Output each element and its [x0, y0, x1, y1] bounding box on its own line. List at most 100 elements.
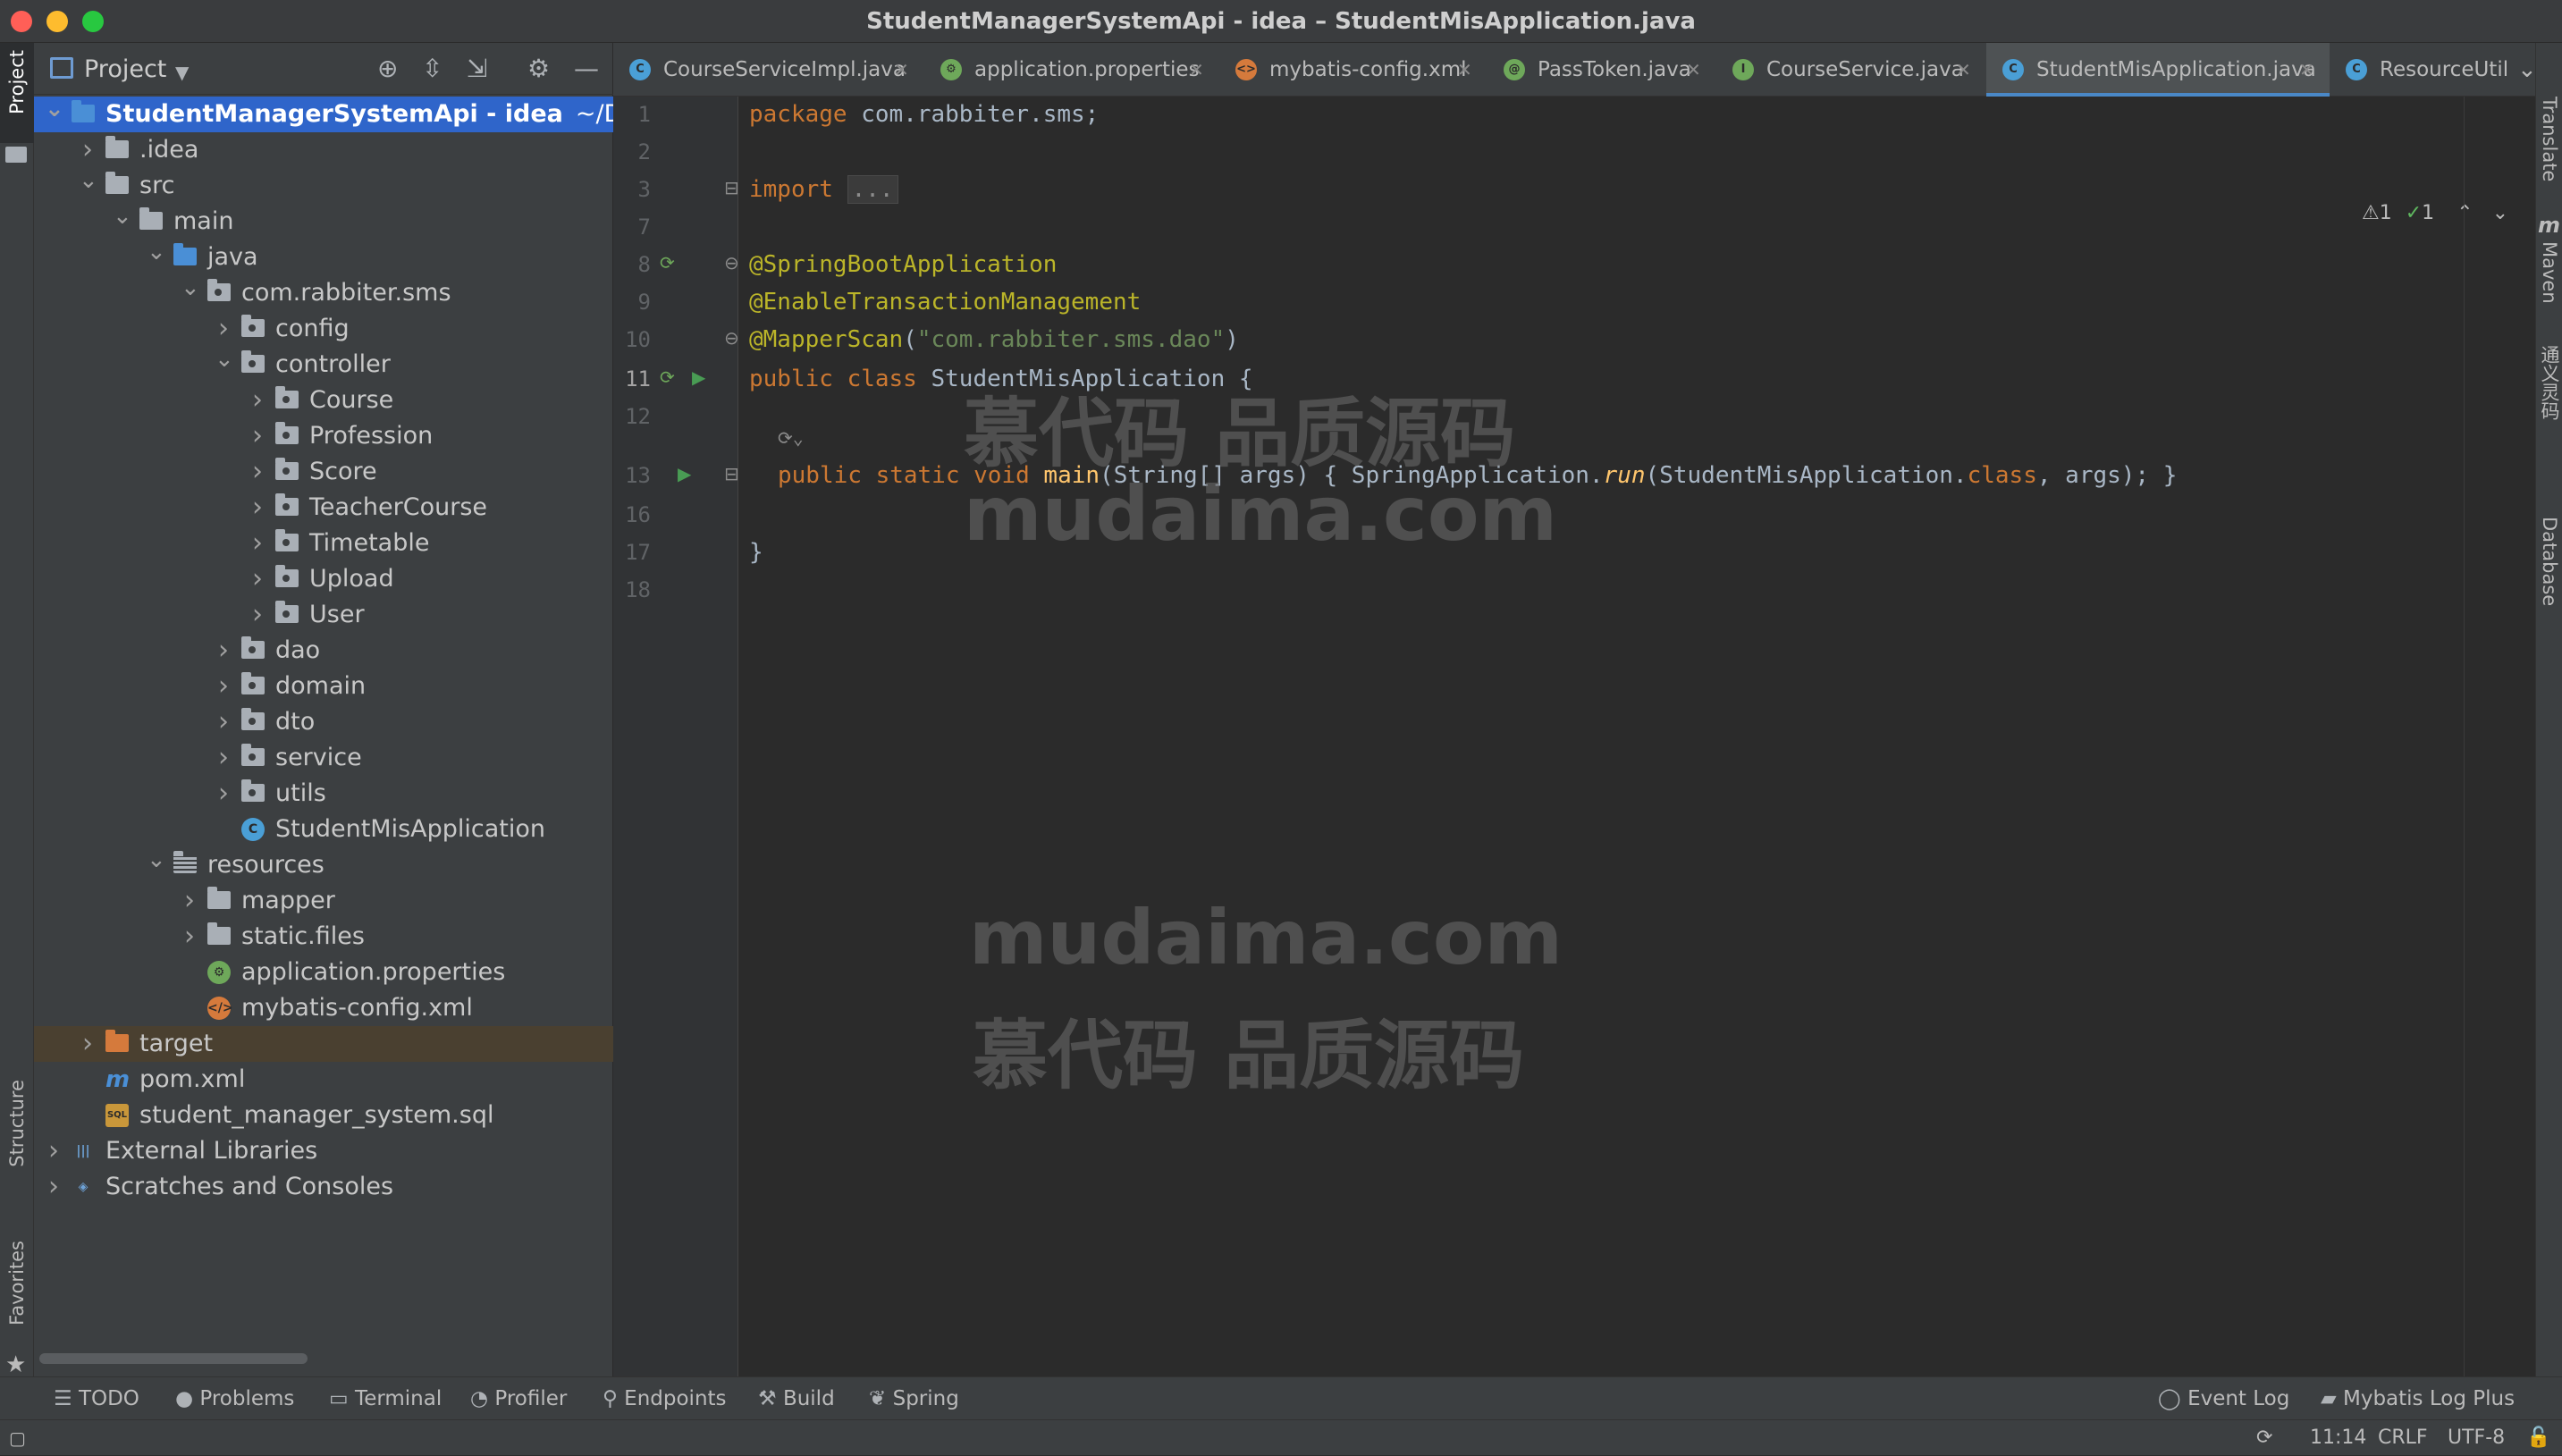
tree-item[interactable]: › target: [34, 1026, 613, 1062]
close-icon[interactable]: ✕: [1686, 43, 1701, 97]
tool-window-button[interactable]: ⚒ Build: [758, 1377, 835, 1420]
spring-bean-icon[interactable]: ⟳: [660, 366, 675, 388]
code-line-10[interactable]: @MapperScan("com.rabbiter.sms.dao"): [749, 322, 1239, 358]
chevron-down-icon[interactable]: ⌄: [2517, 43, 2537, 97]
chevron-right-icon[interactable]: ›: [181, 883, 198, 919]
tool-window-button[interactable]: ▰ Mybatis Log Plus: [2321, 1377, 2515, 1420]
tool-window-button[interactable]: ◯ Event Log: [2158, 1377, 2289, 1420]
hide-panel-icon[interactable]: —: [574, 55, 599, 82]
editor-tab[interactable]: @ PassToken.java ✕: [1487, 43, 1716, 97]
project-view-selector[interactable]: Project: [84, 55, 166, 83]
chevron-right-icon[interactable]: ›: [215, 740, 232, 776]
tree-item[interactable]: SQL student_manager_system.sql: [34, 1098, 613, 1133]
file-encoding[interactable]: UTF-8: [2448, 1420, 2505, 1456]
chevron-right-icon[interactable]: ›: [249, 561, 266, 597]
chevron-right-icon[interactable]: ›: [249, 526, 266, 561]
close-icon[interactable]: ✕: [1189, 43, 1204, 97]
chevron-down-icon[interactable]: ▼: [175, 59, 189, 86]
folded-imports[interactable]: ...: [847, 175, 898, 204]
tool-window-button[interactable]: ☰ TODO: [54, 1377, 139, 1420]
run-icon[interactable]: ▶: [692, 366, 705, 388]
chevron-right-icon[interactable]: ›: [45, 1169, 63, 1205]
tree-item[interactable]: › ◈ Scratches and Consoles: [34, 1169, 613, 1205]
chevron-right-icon[interactable]: ›: [249, 454, 266, 490]
chevron-right-icon[interactable]: ›: [249, 490, 266, 526]
chevron-right-icon[interactable]: ›: [215, 776, 232, 812]
tree-item[interactable]: C StudentMisApplication: [34, 812, 613, 847]
code-line-3[interactable]: import ...: [749, 172, 898, 207]
tree-item[interactable]: ⌄ controller: [34, 346, 613, 383]
tree-item[interactable]: ⌄ resources: [34, 846, 613, 883]
project-tool-button[interactable]: Project: [0, 43, 34, 143]
ai-hint-icon[interactable]: ⟳⌄: [778, 427, 804, 449]
tree-item[interactable]: › Score: [34, 454, 613, 490]
editor-tab[interactable]: I CourseService.java ✕: [1716, 43, 1986, 97]
tree-item[interactable]: › service: [34, 740, 613, 776]
ai-status-icon[interactable]: ⟳: [2256, 1420, 2272, 1456]
tree-horizontal-scrollbar[interactable]: [39, 1353, 308, 1364]
tree-item[interactable]: › TeacherCourse: [34, 490, 613, 526]
fold-icon[interactable]: ⊟: [724, 177, 739, 198]
close-icon[interactable]: ✕: [1956, 43, 1971, 97]
tree-item[interactable]: › dto: [34, 704, 613, 740]
expand-all-icon[interactable]: ⇳: [422, 55, 442, 82]
chevron-right-icon[interactable]: ›: [215, 633, 232, 669]
tree-item[interactable]: › utils: [34, 776, 613, 812]
chevron-down-icon[interactable]: ⌄: [147, 842, 166, 878]
tree-item[interactable]: › dao: [34, 633, 613, 669]
tree-item[interactable]: › Upload: [34, 561, 613, 597]
tool-window-button[interactable]: ⚲ Endpoints: [603, 1377, 727, 1420]
code-editor[interactable]: package com.rabbiter.sms; import ... @Sp…: [738, 97, 2562, 1376]
code-line-8[interactable]: @SpringBootApplication: [749, 247, 1057, 282]
editor-tab[interactable]: C StudentMisApplication.java ✕: [1986, 43, 2330, 97]
maven-tool-button[interactable]: Maven: [2536, 241, 2562, 304]
chevron-right-icon[interactable]: ›: [45, 1133, 63, 1169]
tree-item[interactable]: m pom.xml: [34, 1062, 613, 1098]
close-icon[interactable]: ✕: [894, 43, 909, 97]
chevron-right-icon[interactable]: ›: [79, 1026, 97, 1062]
tool-window-button[interactable]: ◔ Profiler: [470, 1377, 567, 1420]
close-icon[interactable]: ✕: [2299, 43, 2314, 97]
chevron-right-icon[interactable]: ›: [215, 704, 232, 740]
tree-item[interactable]: ⌄ java: [34, 239, 613, 275]
collapse-all-icon[interactable]: ⇲: [467, 55, 487, 82]
lock-icon[interactable]: 🔓: [2526, 1420, 2550, 1456]
chevron-right-icon[interactable]: ›: [215, 669, 232, 704]
chevron-down-icon[interactable]: ⌄: [147, 234, 166, 270]
tree-item[interactable]: › Profession: [34, 418, 613, 454]
tree-item[interactable]: › static.files: [34, 919, 613, 955]
chevron-down-icon[interactable]: ⌄: [215, 341, 234, 377]
fold-icon[interactable]: ⊖: [724, 252, 739, 274]
tree-item[interactable]: › domain: [34, 669, 613, 704]
structure-tool-button[interactable]: Structure: [0, 1080, 34, 1250]
tree-item[interactable]: › .idea: [34, 132, 613, 168]
editor-scrollbar-track[interactable]: [2464, 97, 2465, 1376]
editor-tab[interactable]: C ResourceUtil: [2330, 43, 2508, 97]
tree-item[interactable]: › Timetable: [34, 526, 613, 561]
database-tool-button[interactable]: Database: [2536, 517, 2562, 606]
tree-item[interactable]: ⌄StudentManagerSystemApi - idea~/Downl: [34, 96, 679, 132]
chevron-down-icon[interactable]: ⌄: [2492, 202, 2508, 224]
editor-tab[interactable]: ⚙ application.properties ✕: [924, 43, 1219, 97]
tree-item[interactable]: › config: [34, 311, 613, 347]
ai-assistant-tool-button[interactable]: 通义灵码: [2536, 345, 2562, 420]
chevron-right-icon[interactable]: ›: [249, 418, 266, 454]
caret-position[interactable]: 11:14: [2310, 1420, 2366, 1456]
code-line-1[interactable]: package com.rabbiter.sms;: [749, 97, 1099, 132]
fold-icon[interactable]: ⊖: [724, 327, 739, 349]
favorites-tool-button[interactable]: Favorites ★: [0, 1241, 34, 1384]
tool-window-button[interactable]: ▭ Terminal: [329, 1377, 442, 1420]
tree-item[interactable]: ⌄ com.rabbiter.sms: [34, 274, 613, 311]
chevron-down-icon[interactable]: ⌄: [113, 198, 132, 234]
tree-item[interactable]: › Course: [34, 383, 613, 418]
editor-tab[interactable]: C CourseServiceImpl.java ✕: [613, 43, 924, 97]
translate-tool-button[interactable]: Translate: [2536, 97, 2562, 181]
run-icon[interactable]: ▶: [678, 463, 691, 484]
inspection-widget[interactable]: ⚠1 ✓1 ⌃ ⌄: [2362, 202, 2508, 224]
chevron-up-icon[interactable]: ⌃: [2457, 202, 2473, 224]
tree-item[interactable]: › ||| External Libraries: [34, 1133, 613, 1169]
tree-item[interactable]: › mapper: [34, 883, 613, 919]
spring-bean-icon[interactable]: ⟳: [660, 252, 675, 274]
tree-item[interactable]: ⌄ main: [34, 203, 613, 240]
tree-item[interactable]: </> mybatis-config.xml: [34, 990, 613, 1026]
